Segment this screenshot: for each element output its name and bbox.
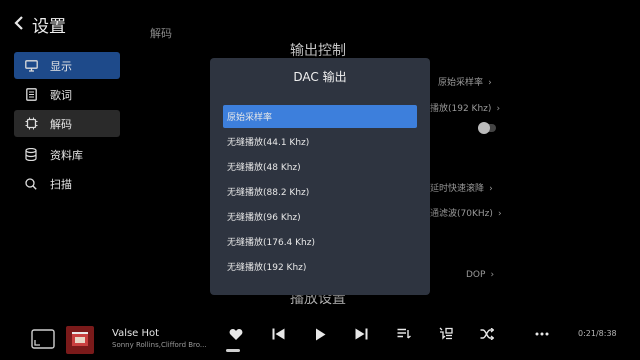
playlist-icon[interactable] (396, 327, 412, 341)
setting-value: 延时快速滚降 (430, 184, 485, 194)
sidebar: 设置 显示 歌词 解码 资料库 扫描 (0, 0, 130, 320)
lyrics-icon[interactable] (438, 326, 454, 341)
sidebar-item-label: 扫描 (50, 177, 72, 191)
heart-icon[interactable] (228, 327, 244, 341)
setting-value: 播放(192 Khz) (430, 104, 492, 114)
dialog-option-original[interactable]: 原始采样率 (223, 105, 417, 128)
setting-row-playback[interactable]: 播放(192 Khz) › (430, 96, 500, 115)
sidebar-item-decode[interactable]: 解码 (14, 110, 120, 137)
section-label: 解码 (150, 27, 172, 40)
chevron-right-icon: › (497, 209, 502, 219)
progress-bar[interactable] (226, 349, 240, 352)
dialog-option-44k[interactable]: 无缝播放(44.1 Khz) (223, 130, 417, 153)
sidebar-item-lyrics[interactable]: 歌词 (14, 81, 120, 108)
sidebar-item-scan[interactable]: 扫描 (14, 170, 120, 197)
sidebar-item-label: 资料库 (50, 148, 83, 162)
fullscreen-icon[interactable] (30, 328, 56, 350)
dialog-option-192k[interactable]: 无缝播放(192 Khz) (223, 255, 417, 278)
dialog-option-96k[interactable]: 无缝播放(96 Khz) (223, 205, 417, 228)
setting-row-filter[interactable]: 通滤波(70KHz) › (430, 201, 502, 220)
setting-value: 原始采样率 (438, 78, 484, 88)
dialog-option-88k[interactable]: 无缝播放(88.2 Khz) (223, 180, 417, 203)
chip-icon (24, 117, 38, 131)
playback-time: 0:21/8:38 (578, 329, 617, 338)
chevron-left-icon[interactable] (14, 15, 24, 34)
song-artist: Sonny Rollins,Clifford Bro... (112, 341, 207, 349)
more-icon[interactable] (534, 327, 550, 341)
album-art[interactable] (66, 326, 94, 354)
sidebar-item-library[interactable]: 资料库 (14, 141, 120, 168)
skip-previous-icon[interactable] (270, 327, 286, 341)
setting-row-sample-rate[interactable]: 原始采样率 › (438, 70, 492, 89)
sidebar-item-display[interactable]: 显示 (14, 52, 120, 79)
play-icon[interactable] (312, 327, 328, 341)
search-icon (24, 177, 38, 191)
back-button[interactable]: 设置 (14, 12, 66, 37)
chevron-right-icon: › (496, 104, 501, 114)
sidebar-item-label: 歌词 (50, 88, 72, 102)
chevron-right-icon: › (489, 184, 493, 194)
setting-value: 通滤波(70KHz) (430, 209, 493, 219)
document-icon (24, 88, 38, 102)
dialog-option-176k[interactable]: 无缝播放(176.4 Khz) (223, 230, 417, 253)
dac-output-dialog: DAC 输出 原始采样率 无缝播放(44.1 Khz) 无缝播放(48 Khz)… (210, 58, 430, 295)
dialog-title: DAC 输出 (293, 70, 347, 84)
page-title: 设置 (32, 17, 66, 37)
heading-output-control: 输出控制 (290, 43, 346, 59)
song-title: Valse Hot (112, 328, 160, 339)
toggle-switch[interactable] (478, 122, 496, 134)
chevron-right-icon: › (488, 78, 492, 88)
setting-row-rolloff[interactable]: 延时快速滚降 › (430, 176, 493, 195)
shuffle-icon[interactable] (479, 327, 495, 341)
sidebar-item-label: 显示 (50, 59, 72, 73)
setting-row-dsd[interactable]: DOP › (466, 262, 494, 281)
chevron-right-icon: › (490, 270, 495, 280)
sidebar-item-label: 解码 (50, 117, 72, 131)
dialog-option-48k[interactable]: 无缝播放(48 Khz) (223, 155, 417, 178)
skip-next-icon[interactable] (353, 327, 369, 341)
database-icon (24, 148, 38, 162)
monitor-icon (24, 59, 38, 73)
setting-value: DOP (466, 270, 486, 280)
